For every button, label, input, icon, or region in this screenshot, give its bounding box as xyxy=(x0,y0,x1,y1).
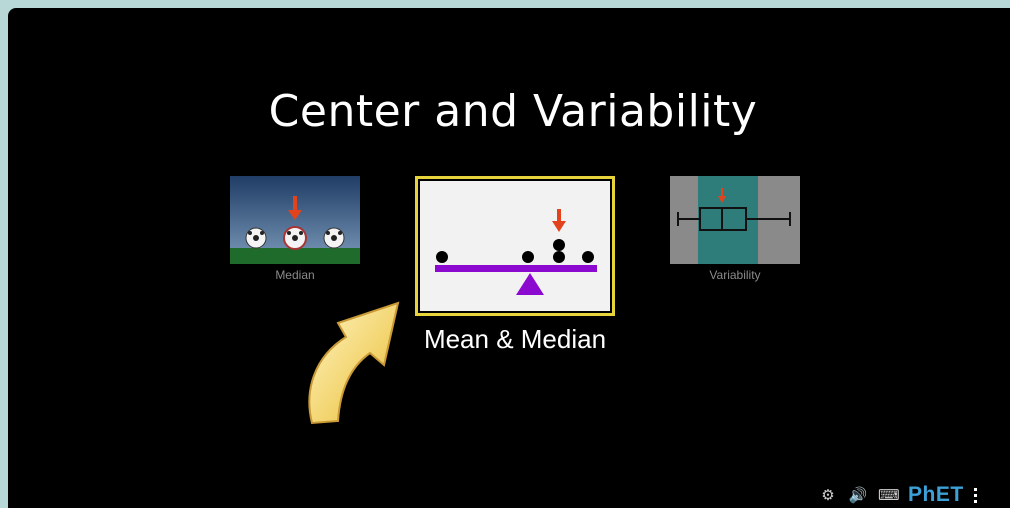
data-dots xyxy=(436,239,594,263)
pointer-arrow-icon xyxy=(308,301,400,425)
screen-variability-button[interactable]: Variability xyxy=(670,176,800,286)
median-thumbnail xyxy=(230,176,360,264)
keyboard-icon[interactable]: ⌨ xyxy=(878,486,900,504)
mean-median-thumbnail xyxy=(420,181,610,311)
navigation-bar: ⚙ 🔊 ⌨ PhET xyxy=(800,482,1008,508)
soccer-ball-icon xyxy=(323,227,345,249)
median-arrow-icon xyxy=(552,209,566,232)
balance-beam xyxy=(435,265,597,295)
screen-median-label: Median xyxy=(275,268,315,282)
fulcrum-icon xyxy=(516,273,544,295)
variability-thumbnail xyxy=(670,176,800,264)
screen-variability-label: Variability xyxy=(709,268,761,282)
screen-median-button[interactable]: Median xyxy=(230,176,360,286)
sim-home-screen: Center and Variability Median Mean & Med… xyxy=(8,8,1010,508)
screen-mean-median-label: Mean & Median xyxy=(423,324,607,354)
speaker-icon[interactable]: 🔊 xyxy=(848,486,868,504)
gear-icon[interactable]: ⚙ xyxy=(818,486,838,504)
screen-mean-median-button[interactable]: Mean & Median xyxy=(415,176,615,356)
soccer-ball-icon xyxy=(283,226,307,250)
soccer-ball-icon xyxy=(245,227,267,249)
menu-icon[interactable] xyxy=(973,487,977,503)
phet-logo-button[interactable]: PhET xyxy=(908,483,964,507)
sim-title: Center and Variability xyxy=(268,86,758,137)
